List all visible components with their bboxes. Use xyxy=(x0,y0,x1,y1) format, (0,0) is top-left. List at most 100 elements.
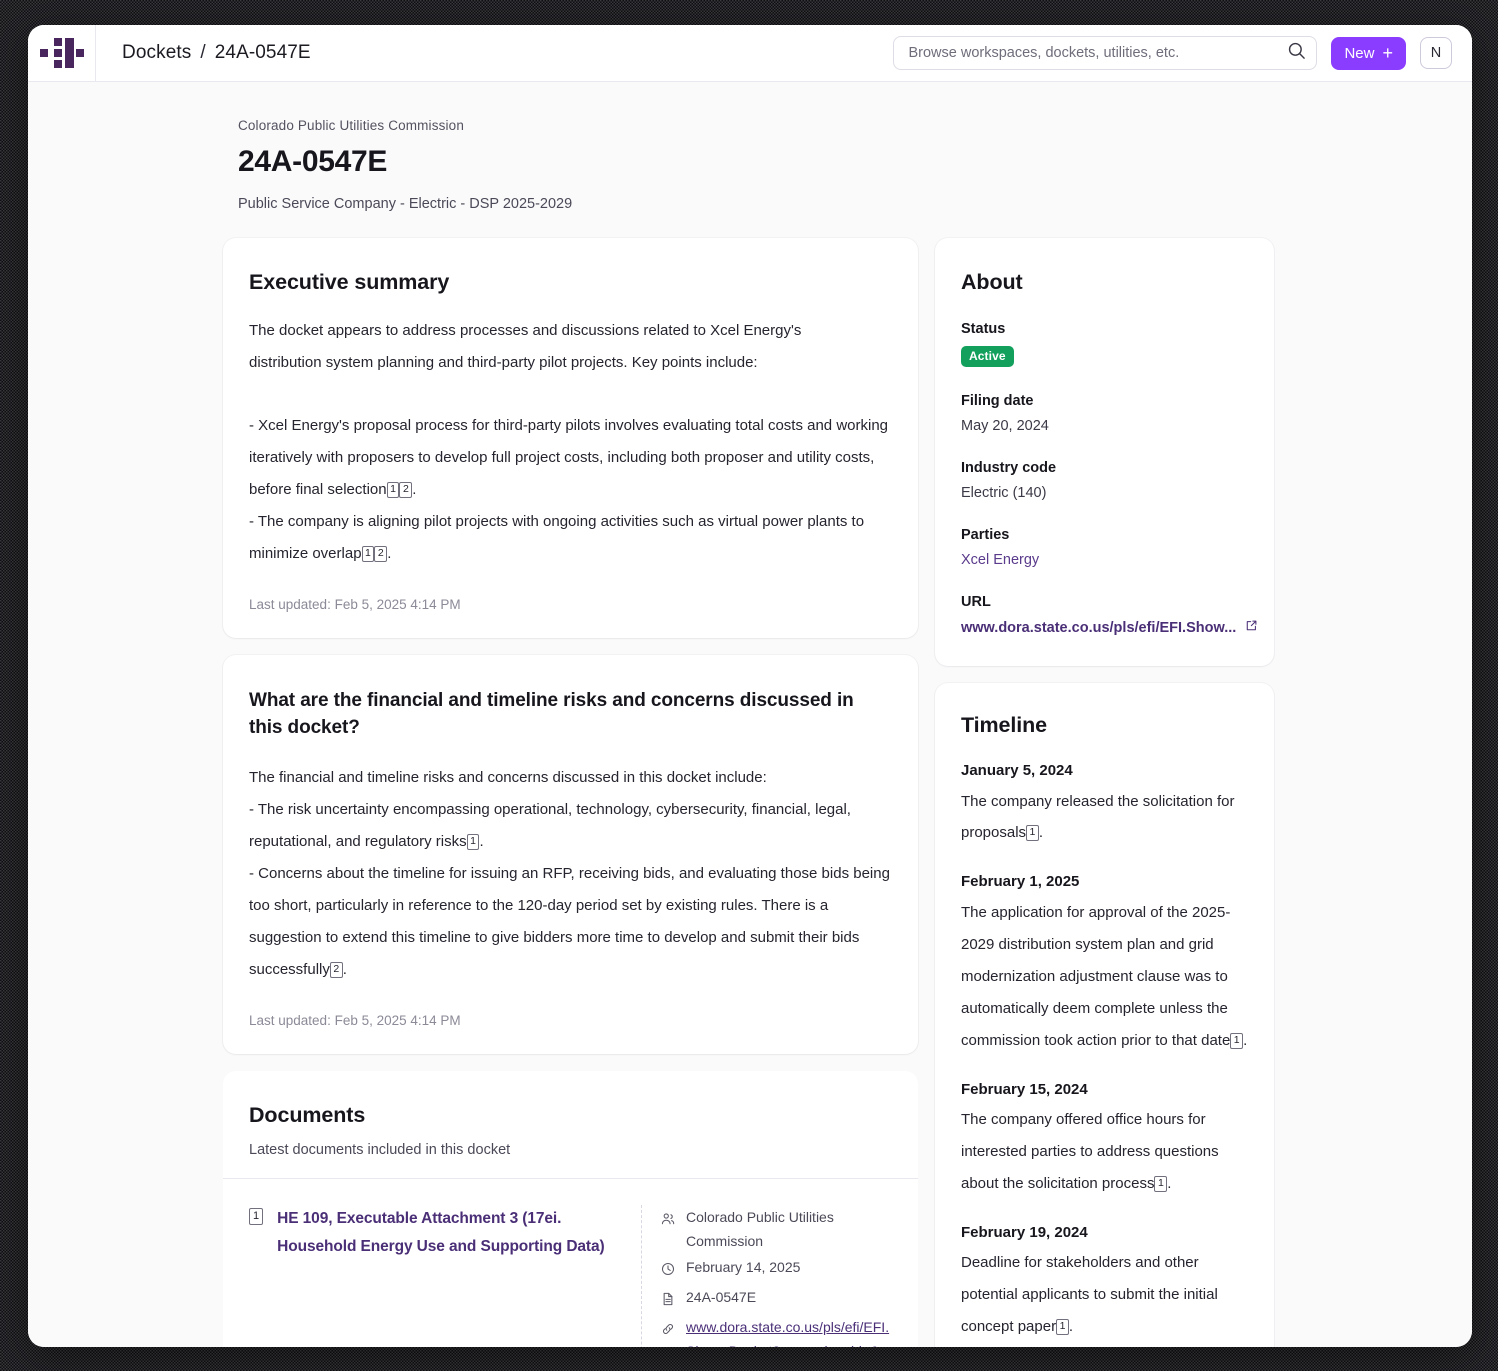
citation-badge[interactable]: 1 xyxy=(386,481,400,498)
summary-bullet-1-tail: . xyxy=(412,480,417,498)
executive-summary-last-updated: Last updated: Feb 5, 2025 4:14 PM xyxy=(249,596,461,612)
answer-bullet-1-text: - The risk uncertainty encompassing oper… xyxy=(249,801,851,851)
answer-bullet-2: - Concerns about the timeline for issuin… xyxy=(249,858,892,986)
summary-bullet-2-text: - The company is aligning pilot projects… xyxy=(249,512,865,562)
timeline-entry-date: February 19, 2024 xyxy=(961,1223,1088,1241)
parties-value-link[interactable]: Xcel Energy xyxy=(961,552,1248,568)
side-column: About Status Active Filing date May 20, … xyxy=(935,238,1274,1347)
summary-intro-line-1: The docket appears to address processes … xyxy=(249,322,802,339)
document-icon xyxy=(661,1285,676,1313)
citation-badge[interactable]: 1 xyxy=(1056,1319,1069,1336)
document-date: February 14, 2025 xyxy=(686,1259,801,1276)
link-icon xyxy=(661,1315,676,1347)
avatar-initial: N xyxy=(1430,45,1442,61)
external-link-icon xyxy=(1245,619,1258,636)
timeline-title: Timeline xyxy=(961,713,1048,737)
plus-icon: + xyxy=(1382,43,1393,63)
breadcrumb-item-dockets[interactable]: Dockets xyxy=(122,42,191,64)
summary-bullet-1-text: - Xcel Energy's proposal process for thi… xyxy=(249,416,889,498)
breadcrumb: Dockets / 24A-0547E xyxy=(96,42,311,64)
summary-bullet-1: - Xcel Energy's proposal process for thi… xyxy=(249,410,892,506)
avatar[interactable]: N xyxy=(1420,37,1452,69)
timeline-entry-body: The company offered office hours for int… xyxy=(961,1111,1219,1192)
timeline-entry-date: February 15, 2024 xyxy=(961,1080,1088,1098)
about-title: About xyxy=(961,270,1023,294)
status-label: Status xyxy=(961,321,1006,337)
page-header: Colorado Public Utilities Commission 24A… xyxy=(28,82,1472,212)
people-icon xyxy=(661,1205,676,1253)
document-title-link[interactable]: HE 109, Executable Attachment 3 (17ei. H… xyxy=(277,1205,623,1347)
citation-badge[interactable]: 1 xyxy=(361,545,375,562)
app-logo[interactable] xyxy=(28,25,96,82)
answer-bullet-2-tail: . xyxy=(342,961,347,979)
content-columns: Executive summary The docket appears to … xyxy=(28,212,1472,1347)
timeline-entry-text: The company offered office hours for int… xyxy=(961,1104,1248,1200)
clock-icon xyxy=(661,1255,676,1283)
answer-intro: The financial and timeline risks and con… xyxy=(249,769,767,787)
document-docket-row: 24A-0547E xyxy=(661,1285,892,1313)
timeline-entry-body: The company released the solicitation fo… xyxy=(961,792,1235,842)
organization-name: Colorado Public Utilities Commission xyxy=(238,118,464,133)
timeline-entry-body: Deadline for stakeholders and other pote… xyxy=(961,1254,1218,1336)
document-author-row: Colorado Public Utilities Commission xyxy=(661,1205,892,1253)
documents-subtitle: Latest documents included in this docket xyxy=(249,1141,511,1158)
about-url-text: www.dora.state.co.us/pls/efi/EFI.Show... xyxy=(961,619,1237,636)
document-docket-number: 24A-0547E xyxy=(686,1289,757,1306)
document-metadata: Colorado Public Utilities Commission Feb… xyxy=(641,1204,892,1347)
executive-summary-body: The docket appears to address processes … xyxy=(249,315,892,570)
question-card: What are the financial and timeline risk… xyxy=(223,654,918,1054)
citation-badge[interactable]: 2 xyxy=(374,545,388,562)
timeline-entry-text: The company released the solicitation fo… xyxy=(961,786,1248,850)
industry-code-label: Industry code xyxy=(961,460,1057,476)
document-index-badge[interactable]: 1 xyxy=(249,1207,264,1225)
summary-bullet-2-tail: . xyxy=(387,544,392,562)
timeline-entry-tail: . xyxy=(1038,824,1044,842)
answer-bullet-1-tail: . xyxy=(479,833,484,851)
document-date-row: February 14, 2025 xyxy=(661,1255,892,1283)
timeline-entry-body: The application for approval of the 2025… xyxy=(961,903,1231,1049)
timeline-entry-text: The application for approval of the 2025… xyxy=(961,897,1248,1057)
url-label: URL xyxy=(961,594,991,610)
citation-badge[interactable]: 1 xyxy=(1154,1175,1168,1192)
question-title: What are the financial and timeline risk… xyxy=(249,689,854,739)
citation-badge[interactable]: 1 xyxy=(1230,1032,1244,1049)
summary-intro-line-2: distribution system planning and third-p… xyxy=(249,353,758,371)
question-last-updated: Last updated: Feb 5, 2025 4:14 PM xyxy=(249,1012,461,1028)
main-column: Executive summary The docket appears to … xyxy=(223,238,918,1347)
documents-section: Documents Latest documents included in t… xyxy=(223,1070,918,1347)
timeline-entry-tail: . xyxy=(1167,1174,1172,1192)
page-body: Colorado Public Utilities Commission 24A… xyxy=(28,82,1472,1347)
executive-summary-card: Executive summary The docket appears to … xyxy=(223,238,918,638)
document-url-row[interactable]: www.dora.state.co.us/pls/efi/EFI.Show_Do… xyxy=(661,1315,892,1347)
page-subtitle: Public Service Company - Electric - DSP … xyxy=(238,196,573,212)
citation-badge[interactable]: 1 xyxy=(1026,825,1039,842)
question-answer-body: The financial and timeline risks and con… xyxy=(249,762,892,986)
new-button[interactable]: New + xyxy=(1331,36,1406,70)
grid-plus-logo-icon xyxy=(39,38,84,68)
new-button-label: New xyxy=(1344,44,1375,62)
citation-badge[interactable]: 2 xyxy=(399,481,413,498)
citation-badge[interactable]: 1 xyxy=(466,834,480,851)
table-row[interactable]: 1 HE 109, Executable Attachment 3 (17ei.… xyxy=(223,1179,918,1347)
document-url[interactable]: www.dora.state.co.us/pls/efi/EFI.Show_Do… xyxy=(686,1315,892,1347)
top-bar: Dockets / 24A-0547E New + N xyxy=(28,25,1472,82)
search-box[interactable] xyxy=(893,36,1318,70)
breadcrumb-item-current[interactable]: 24A-0547E xyxy=(215,42,311,64)
top-bar-actions: New + N xyxy=(893,36,1472,70)
filing-date-label: Filing date xyxy=(961,393,1034,409)
timeline-card: Timeline January 5, 2024 The company rel… xyxy=(935,683,1274,1347)
app-window: Dockets / 24A-0547E New + N xyxy=(28,25,1472,1347)
summary-bullet-2: - The company is aligning pilot projects… xyxy=(249,506,892,570)
search-input[interactable] xyxy=(908,45,1288,61)
about-card: About Status Active Filing date May 20, … xyxy=(935,238,1274,666)
timeline-entry-date: January 5, 2024 xyxy=(961,762,1073,779)
answer-bullet-1: - The risk uncertainty encompassing oper… xyxy=(249,794,892,858)
status-badge: Active xyxy=(961,346,1014,367)
citation-badge[interactable]: 2 xyxy=(329,962,343,979)
about-url-link[interactable]: www.dora.state.co.us/pls/efi/EFI.Show... xyxy=(961,619,1257,636)
breadcrumb-separator: / xyxy=(200,42,206,63)
timeline-entry-date: February 1, 2025 xyxy=(961,873,1080,891)
page-title: 24A-0547E xyxy=(238,145,388,178)
search-icon[interactable] xyxy=(1287,41,1306,65)
industry-code-value: Electric (140) xyxy=(961,485,1047,501)
